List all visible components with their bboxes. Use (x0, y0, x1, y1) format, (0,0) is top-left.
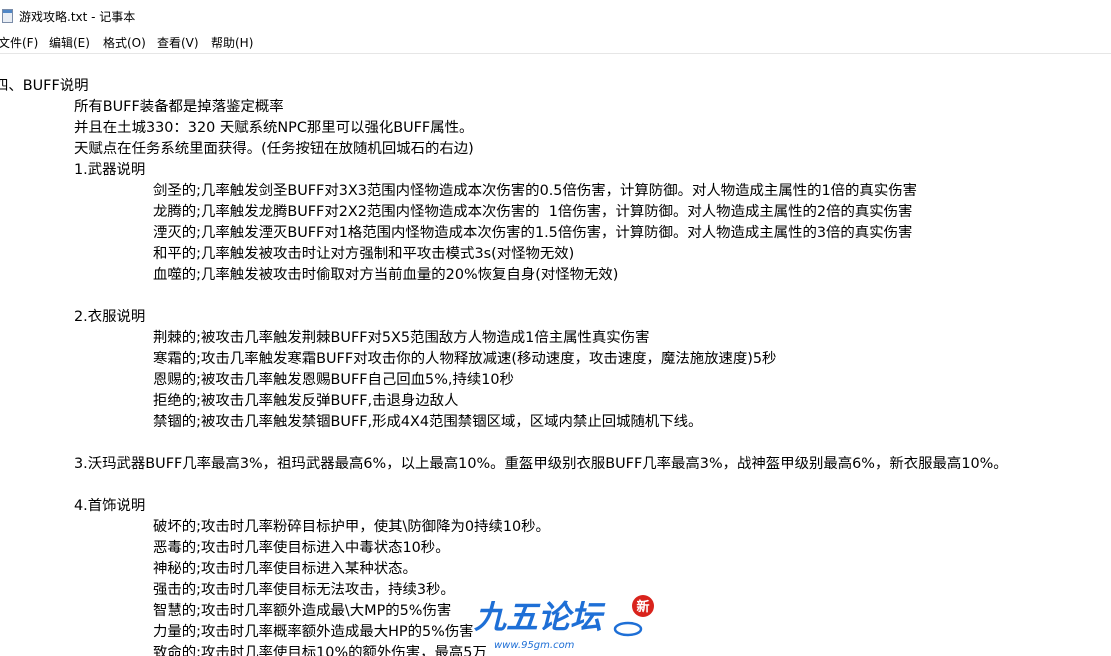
weapon-item: 龙腾的;几率触发龙腾BUFF对2X2范围内怪物造成本次伤害的 1倍伤害，计算防御… (153, 204, 913, 220)
weapon-item: 血噬的;几率触发被攻击时偷取对方当前血量的20%恢复自身(对怪物无效) (153, 267, 619, 283)
clothes-item: 恩赐的;被攻击几率触发恩赐BUFF自己回血5%,持续10秒 (153, 372, 514, 388)
clothes-item: 禁锢的;被攻击几率触发禁锢BUFF,形成4X4范围禁锢区域，区域内禁止回城随机下… (153, 414, 703, 430)
jewelry-item: 神秘的;攻击时几率使目标进入某种状态。 (153, 561, 417, 577)
menu-view[interactable]: 查看(V) (157, 35, 199, 51)
menu-bar: 文件(F) 编辑(E) 格式(O) 查看(V) 帮助(H) (0, 32, 1111, 54)
menu-file[interactable]: 文件(F) (0, 35, 38, 51)
jewelry-item: 力量的;攻击时几率概率额外造成最大HP的5%伤害 (153, 624, 474, 640)
menu-help[interactable]: 帮助(H) (211, 35, 253, 51)
notepad-icon (2, 9, 13, 23)
window-title: 游戏攻略.txt - 记事本 (19, 10, 136, 24)
jewelry-item: 破坏的;攻击时几率粉碎目标护甲，使其\防御降为0持续10秒。 (153, 519, 550, 535)
weapon-item: 剑圣的;几率触发剑圣BUFF对3X3范围内怪物造成本次伤害的0.5倍伤害，计算防… (153, 183, 917, 199)
jewelry-title: 4.首饰说明 (74, 498, 146, 514)
section-heading: 四、BUFF说明 (0, 78, 89, 94)
intro-line: 所有BUFF装备都是掉落鉴定概率 (74, 99, 284, 115)
menu-edit[interactable]: 编辑(E) (49, 35, 90, 51)
weapon-item: 和平的;几率触发被攻击时让对方强制和平攻击模式3s(对怪物无效) (153, 246, 575, 262)
watermark-logo: 九五论坛 九五论坛 新 www.95gm.com (470, 595, 654, 651)
jewelry-item: 致命的;攻击时几率使目标10%的额外伤害，最高5万 (153, 645, 487, 656)
text-editor-area[interactable]: 四、BUFF说明 所有BUFF装备都是掉落鉴定概率 并且在土城330：320 天… (0, 54, 1111, 656)
clothes-title: 2.衣服说明 (74, 309, 146, 325)
new-badge: 新 (636, 599, 649, 615)
watermark-brand: 九五论坛 (473, 598, 606, 636)
weapon-item: 湮灭的;几率触发湮灭BUFF对1格范围内怪物造成本次伤害的1.5倍伤害，计算防御… (153, 225, 913, 241)
jewelry-item: 智慧的;攻击时几率额外造成最\大MP的5%伤害 (153, 603, 452, 619)
swirl-icon (613, 621, 643, 637)
jewelry-item: 强击的;攻击时几率使目标无法攻击，持续3秒。 (153, 582, 455, 598)
rates-line: 3.沃玛武器BUFF几率最高3%，祖玛武器最高6%，以上最高10%。重盔甲级别衣… (74, 456, 1008, 472)
intro-line: 并且在土城330：320 天赋系统NPC那里可以强化BUFF属性。 (74, 120, 474, 136)
weapons-title: 1.武器说明 (74, 162, 146, 178)
clothes-item: 荆棘的;被攻击几率触发荆棘BUFF对5X5范围敌方人物造成1倍主属性真实伤害 (153, 330, 650, 346)
menu-format[interactable]: 格式(O) (103, 35, 146, 51)
title-bar: 游戏攻略.txt - 记事本 (0, 0, 1111, 32)
jewelry-item: 恶毒的;攻击时几率使目标进入中毒状态10秒。 (153, 540, 450, 556)
watermark-url: www.95gm.com (494, 640, 575, 651)
clothes-item: 寒霜的;攻击几率触发寒霜BUFF对攻击你的人物释放减速(移动速度，攻击速度，魔法… (153, 351, 777, 367)
clothes-item: 拒绝的;被攻击几率触发反弹BUFF,击退身边敌人 (153, 393, 459, 409)
intro-line: 天赋点在任务系统里面获得。(任务按钮在放随机回城石的右边) (74, 141, 474, 157)
